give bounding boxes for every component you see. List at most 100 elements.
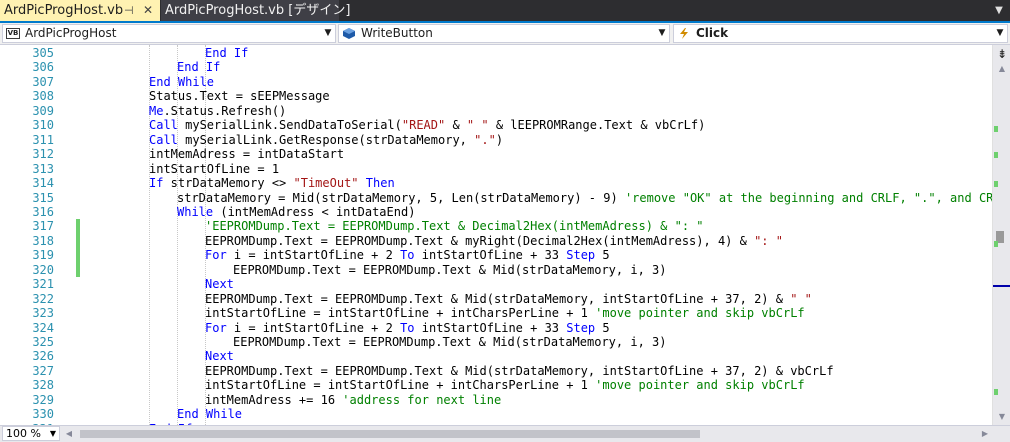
code-token: (intMemAdress < intDataEnd) (213, 204, 416, 219)
code-text: End If (177, 60, 220, 74)
code-token: EEPROMDump.Text = EEPROMDump.Text & Mid(… (205, 363, 834, 378)
line-number: 307 (32, 74, 54, 89)
code-keyword: End If (177, 60, 221, 75)
event-combobox-value: Click (696, 26, 729, 40)
code-line[interactable]: 330 End While (0, 407, 992, 421)
horizontal-scroll-thumb[interactable] (80, 430, 700, 438)
code-text: Call mySerialLink.GetResponse(strDataMem… (149, 133, 503, 147)
code-keyword: End If (205, 46, 249, 60)
code-line[interactable]: 305 End If (0, 46, 992, 60)
line-number: 328 (32, 378, 54, 393)
code-token: intMemAdress = intDataStart (149, 147, 345, 162)
code-string: " " (790, 291, 812, 306)
class-combobox-value: ArdPicProgHost (25, 26, 117, 40)
zoom-value: 100 % (6, 427, 41, 440)
code-token: intStartOfLine = intStartOfLine + intCha… (205, 378, 596, 393)
code-token: & lEEPROMRange.Text & vbCrLf) (488, 118, 706, 133)
code-line[interactable]: 319 For i = intStartOfLine + 2 To intStar… (0, 248, 992, 263)
code-token: .Status.Refresh() (163, 103, 287, 118)
pin-icon[interactable]: ⊣ (124, 0, 134, 21)
code-line[interactable]: 320 EEPROMDump.Text = EEPROMDump.Text & M… (0, 262, 992, 278)
code-line[interactable]: 328 intStartOfLine = intStartOfLine + int… (0, 378, 992, 392)
close-icon[interactable]: ✕ (143, 0, 153, 21)
code-line[interactable]: 314 If strDataMemory <> "TimeOut" Then (0, 176, 992, 190)
code-token: EEPROMDump.Text = EEPROMDump.Text & myRi… (205, 233, 755, 248)
code-keyword: While (177, 204, 214, 219)
code-line[interactable]: 311 Call mySerialLink.GetResponse(strData… (0, 133, 992, 147)
line-number: 308 (32, 89, 54, 104)
code-editor[interactable]: 305 End If 306 End If 307 End While 308 Status.… (0, 45, 992, 425)
code-token: 5 (595, 248, 610, 263)
chevron-down-icon[interactable]: ▼ (50, 427, 56, 440)
code-line[interactable]: 327 EEPROMDump.Text = EEPROMDump.Text & M… (0, 364, 992, 378)
code-keyword: For (205, 320, 227, 335)
code-line[interactable]: 325 EEPROMDump.Text = EEPROMDump.Text & M… (0, 335, 992, 349)
code-text: intStartOfLine = 1 (149, 162, 279, 176)
code-line[interactable]: 307 End While (0, 75, 992, 89)
code-line[interactable]: 308 Status.Text = sEEPMessage (0, 89, 992, 103)
code-line[interactable]: 321 Next (0, 277, 992, 291)
scroll-up-icon[interactable]: ▲ (993, 63, 1010, 75)
chevron-down-icon[interactable]: ▼ (657, 25, 667, 42)
code-line[interactable]: 326 Next (0, 349, 992, 363)
caret-position-marker (993, 285, 1010, 287)
code-line[interactable]: 324 For i = intStartOfLine + 2 To intStar… (0, 321, 992, 335)
code-keyword: Then (365, 176, 395, 191)
code-line[interactable]: 316 While (intMemAdress < intDataEnd) (0, 205, 992, 219)
code-token: EEPROMDump.Text = EEPROMDump.Text & Mid(… (233, 335, 667, 349)
scroll-down-icon[interactable]: ▼ (993, 411, 1010, 423)
line-number: 320 (32, 262, 54, 277)
code-text: End While (149, 75, 214, 89)
code-text: While (intMemAdress < intDataEnd) (177, 205, 415, 219)
vb-file-icon: VB (6, 28, 20, 39)
code-text: EEPROMDump.Text = EEPROMDump.Text & Mid(… (233, 263, 666, 277)
chevron-down-icon[interactable]: ▼ (323, 25, 333, 42)
code-line[interactable]: 313 intStartOfLine = 1 (0, 162, 992, 176)
code-text: Me.Status.Refresh() (149, 104, 286, 118)
code-text: Next (205, 349, 234, 363)
vertical-scrollbar[interactable]: ⇟ ▲ ▼ (992, 45, 1010, 425)
code-string: "READ" (401, 118, 446, 133)
code-line[interactable]: 318 EEPROMDump.Text = EEPROMDump.Text & m… (0, 233, 992, 249)
code-line[interactable]: 329 intMemAdress += 16 'address for next … (0, 393, 992, 407)
code-text: strDataMemory = Mid(strDataMemory, 5, Le… (177, 191, 992, 205)
scroll-left-icon[interactable]: ◀ (64, 428, 74, 440)
code-line[interactable]: 315 strDataMemory = Mid(strDataMemory, 5,… (0, 191, 992, 205)
code-text: 'EEPROMDump.Text = EEPROMDump.Text & Dec… (205, 219, 704, 233)
class-combobox[interactable]: VB ArdPicProgHost ▼ (2, 24, 336, 43)
tab-overflow-dropdown-icon[interactable]: ▼ (992, 4, 1006, 18)
scroll-right-icon[interactable]: ▶ (980, 428, 990, 440)
code-line[interactable]: 322 EEPROMDump.Text = EEPROMDump.Text & M… (0, 292, 992, 306)
line-number: 313 (32, 161, 54, 176)
code-line[interactable]: 310 Call mySerialLink.SendDataToSerial("R… (0, 118, 992, 132)
code-text: Call mySerialLink.SendDataToSerial("READ… (149, 118, 705, 132)
line-number: 309 (32, 103, 54, 118)
zoom-combobox[interactable]: 100 % ▼ (2, 426, 60, 441)
object-combobox[interactable]: WriteButton ▼ (338, 24, 670, 43)
code-line[interactable]: 317 'EEPROMDump.Text = EEPROMDump.Text & … (0, 219, 992, 234)
line-number: 317 (32, 219, 54, 234)
lightning-icon (680, 28, 688, 39)
code-line[interactable]: 306 End If (0, 60, 992, 74)
code-token: i = intStartOfLine + 2 (226, 320, 401, 335)
code-line[interactable]: 312 intMemAdress = intDataStart (0, 147, 992, 161)
tab-ardpicproghost-vb[interactable]: ArdPicProgHost.vb ⊣ ✕ (0, 0, 160, 21)
tab-label: ArdPicProgHost.vb [デザイン] (165, 3, 351, 18)
change-marker (994, 389, 998, 395)
chevron-down-icon[interactable]: ▼ (995, 25, 1005, 42)
code-line[interactable]: 323 intStartOfLine = intStartOfLine + int… (0, 306, 992, 320)
code-token: EEPROMDump.Text = EEPROMDump.Text & Mid(… (205, 291, 791, 306)
split-view-icon[interactable]: ⇟ (995, 47, 1009, 61)
line-number: 305 (32, 46, 54, 60)
code-line[interactable]: 309 Me.Status.Refresh() (0, 104, 992, 118)
horizontal-scrollbar[interactable]: ◀ ▶ (62, 426, 992, 442)
line-number: 324 (32, 320, 54, 335)
code-keyword: Call (149, 118, 178, 133)
tab-ardpicproghost-vb-design[interactable]: ArdPicProgHost.vb [デザイン] (161, 0, 350, 21)
event-combobox[interactable]: Click ▼ (673, 24, 1008, 43)
code-keyword: End While (177, 407, 243, 422)
line-number: 312 (32, 147, 54, 162)
code-token: intStartOfLine + 33 (414, 320, 567, 335)
code-comment: 'remove "OK" at the beginning and CRLF, … (624, 190, 992, 205)
change-marker (994, 181, 998, 187)
